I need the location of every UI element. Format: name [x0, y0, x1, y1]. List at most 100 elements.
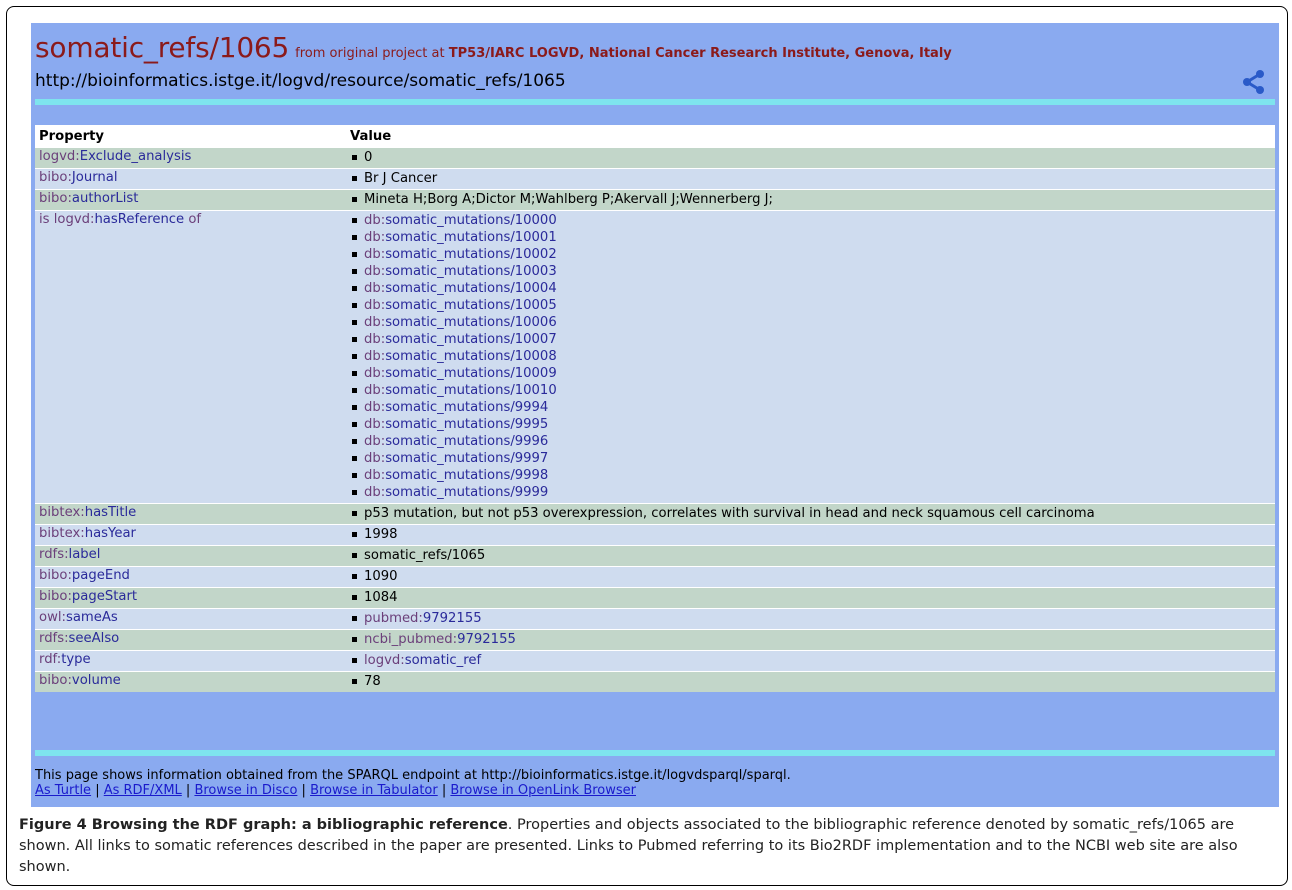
table-row: rdfs:seeAlso ncbi_pubmed:9792155	[35, 629, 1275, 651]
object-link[interactable]: db:somatic_mutations/9999	[364, 485, 548, 500]
property-link[interactable]: logvd:Exclude_analysis	[39, 149, 191, 164]
object-link[interactable]: db:somatic_mutations/10002	[364, 247, 557, 262]
property-cell: bibo:pageEnd	[35, 566, 346, 588]
property-prefix: bibo:	[39, 589, 72, 604]
footer-link[interactable]: As RDF/XML	[104, 783, 182, 798]
property-cell: logvd:Exclude_analysis	[35, 147, 346, 169]
property-cell: rdfs:seeAlso	[35, 629, 346, 651]
value-cell: somatic_refs/1065	[346, 545, 1275, 567]
property-prefix: owl:	[39, 610, 66, 625]
value-cell: pubmed:9792155	[346, 608, 1275, 630]
object-local-name: somatic_mutations/10000	[385, 213, 557, 228]
property-link[interactable]: bibtex:hasYear	[39, 526, 136, 541]
property-table-wrap: Property Value logvd:Exclude_analysis 0 bi…	[35, 125, 1275, 692]
object-local-name: somatic_mutations/10003	[385, 264, 557, 279]
list-item: db:somatic_mutations/10008	[350, 348, 1271, 365]
list-item: db:somatic_mutations/10007	[350, 331, 1271, 348]
value-list: Mineta H;Borg A;Dictor M;Wahlberg P;Aker…	[350, 190, 1271, 210]
value-list: p53 mutation, but not p53 overexpression…	[350, 504, 1271, 524]
property-link[interactable]: bibo:pageEnd	[39, 568, 130, 583]
title-line: somatic_refs/1065 from original project a…	[35, 31, 952, 64]
list-item: pubmed:9792155	[350, 610, 1271, 627]
footer-link[interactable]: As Turtle	[35, 783, 91, 798]
object-local-name: somatic_mutations/10002	[385, 247, 557, 262]
property-link[interactable]: bibo:Journal	[39, 170, 118, 185]
title-source: from original project at TP53/IARC LOGVD…	[295, 46, 952, 61]
property-local-name: authorList	[71, 191, 139, 206]
table-row: bibo:volume 78	[35, 671, 1275, 692]
property-link[interactable]: owl:sameAs	[39, 610, 118, 625]
property-cell: bibtex:hasYear	[35, 524, 346, 546]
property-link[interactable]: bibo:volume	[39, 673, 121, 688]
object-link[interactable]: db:somatic_mutations/9996	[364, 434, 548, 449]
property-link[interactable]: bibo:pageStart	[39, 589, 137, 604]
literal-value: Br J Cancer	[350, 170, 1271, 187]
object-local-name: somatic_mutations/9996	[385, 434, 549, 449]
property-local-name: Journal	[71, 170, 118, 185]
object-link[interactable]: logvd:somatic_ref	[364, 653, 481, 668]
object-local-name: somatic_mutations/9997	[385, 451, 549, 466]
list-item: db:somatic_mutations/10005	[350, 297, 1271, 314]
share-icon[interactable]	[1241, 69, 1267, 95]
list-item: db:somatic_mutations/10009	[350, 365, 1271, 382]
property-link[interactable]: rdfs:label	[39, 547, 100, 562]
figure-caption: Figure 4 Browsing the RDF graph: a bibli…	[19, 815, 1279, 878]
object-link[interactable]: db:somatic_mutations/10010	[364, 383, 557, 398]
property-cell: rdf:type	[35, 650, 346, 672]
object-link[interactable]: db:somatic_mutations/9994	[364, 400, 548, 415]
list-item: db:somatic_mutations/9995	[350, 416, 1271, 433]
property-prefix: rdfs:	[39, 631, 69, 646]
object-link[interactable]: db:somatic_mutations/10001	[364, 230, 557, 245]
object-link[interactable]: db:somatic_mutations/10003	[364, 264, 557, 279]
object-prefix: db:	[364, 485, 386, 500]
value-list: somatic_refs/1065	[350, 546, 1271, 566]
value-cell: logvd:somatic_ref	[346, 650, 1275, 672]
object-prefix: db:	[364, 213, 386, 228]
object-link[interactable]: db:somatic_mutations/9995	[364, 417, 548, 432]
value-list: 1998	[350, 525, 1271, 545]
property-link[interactable]: bibtex:hasTitle	[39, 505, 136, 520]
object-prefix: db:	[364, 281, 386, 296]
object-local-name: somatic_mutations/9998	[385, 468, 549, 483]
property-prefix: logvd:	[39, 149, 80, 164]
property-local-name: hasReference	[94, 212, 185, 227]
object-prefix: db:	[364, 383, 386, 398]
property-link[interactable]: rdfs:seeAlso	[39, 631, 119, 646]
object-link[interactable]: db:somatic_mutations/10005	[364, 298, 557, 313]
footer-link[interactable]: Browse in Disco	[194, 783, 297, 798]
object-link[interactable]: db:somatic_mutations/10004	[364, 281, 557, 296]
property-link[interactable]: rdf:type	[39, 652, 91, 667]
object-link[interactable]: pubmed:9792155	[364, 611, 482, 626]
object-link[interactable]: db:somatic_mutations/10007	[364, 332, 557, 347]
resource-uri: http://bioinformatics.istge.it/logvd/res…	[35, 71, 566, 91]
value-cell: 78	[346, 671, 1275, 692]
footer-link[interactable]: Browse in OpenLink Browser	[450, 783, 636, 798]
property-prefix: rdfs:	[39, 547, 69, 562]
object-link[interactable]: db:somatic_mutations/10009	[364, 366, 557, 381]
property-link[interactable]: is logvd:hasReference	[39, 212, 184, 227]
property-prefix: bibo:	[39, 191, 72, 206]
value-cell: 1998	[346, 524, 1275, 546]
property-local-name: seeAlso	[68, 631, 120, 646]
object-local-name: somatic_mutations/10001	[385, 230, 557, 245]
property-cell: bibo:authorList	[35, 189, 346, 211]
footer-link[interactable]: Browse in Tabulator	[310, 783, 438, 798]
object-link[interactable]: db:somatic_mutations/9997	[364, 451, 548, 466]
object-link[interactable]: db:somatic_mutations/9998	[364, 468, 548, 483]
list-item: db:somatic_mutations/10010	[350, 382, 1271, 399]
object-link[interactable]: db:somatic_mutations/10006	[364, 315, 557, 330]
list-item: db:somatic_mutations/10003	[350, 263, 1271, 280]
property-link[interactable]: bibo:authorList	[39, 191, 138, 206]
value-cell: Br J Cancer	[346, 168, 1275, 190]
property-cell: bibo:Journal	[35, 168, 346, 190]
divider-bar-bottom	[35, 750, 1275, 756]
list-item: db:somatic_mutations/10004	[350, 280, 1271, 297]
object-link[interactable]: ncbi_pubmed:9792155	[364, 632, 516, 647]
object-local-name: somatic_mutations/9999	[385, 485, 549, 500]
footer-links: As Turtle | As RDF/XML | Browse in Disco…	[35, 783, 791, 798]
object-link[interactable]: db:somatic_mutations/10008	[364, 349, 557, 364]
object-link[interactable]: db:somatic_mutations/10000	[364, 213, 557, 228]
property-local-name: sameAs	[65, 610, 118, 625]
browser-page: somatic_refs/1065 from original project a…	[31, 23, 1279, 807]
property-cell: bibo:pageStart	[35, 587, 346, 609]
